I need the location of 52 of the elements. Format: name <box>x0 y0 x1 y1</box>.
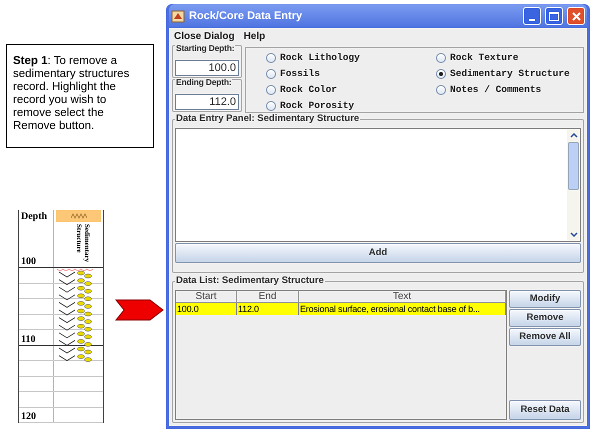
close-icon <box>572 12 580 20</box>
action-button[interactable]: Modify <box>509 290 581 308</box>
action-button[interactable]: Remove <box>509 309 581 327</box>
wave-pattern-icon <box>70 213 86 219</box>
scroll-thumb[interactable] <box>568 142 579 190</box>
table-cell: 112.0 <box>237 303 299 315</box>
app-icon <box>171 9 185 23</box>
radio-icon[interactable] <box>436 53 446 63</box>
category-radio[interactable]: Rock Texture <box>436 50 583 66</box>
maximize-button[interactable] <box>545 7 563 25</box>
category-radio[interactable]: Rock Porosity <box>266 98 436 114</box>
starting-depth-field[interactable]: 100.0 <box>175 60 239 76</box>
depth-header: Depth <box>20 210 48 222</box>
radio-icon[interactable] <box>266 69 276 79</box>
radio-icon[interactable] <box>436 69 446 79</box>
arrow-icon <box>115 299 164 321</box>
panel-title: Data List: Sedimentary Structure <box>175 276 325 286</box>
add-button[interactable]: Add <box>175 243 581 263</box>
window-title: Rock/Core Data Entry <box>189 8 304 24</box>
category-radio[interactable]: Fossils <box>266 66 436 82</box>
depth-label: 100 <box>20 257 37 267</box>
depth-label: 120 <box>20 412 36 422</box>
group-label: Ending Depth: <box>175 78 232 86</box>
table-cell: Erosional surface, erosional contact base of b... <box>299 303 506 315</box>
category-radio[interactable]: Notes / Comments <box>436 82 583 98</box>
category-radio[interactable]: Sedimentary Structure <box>436 66 583 82</box>
scroll-up-icon[interactable] <box>570 133 578 138</box>
depth-label: 110 <box>20 334 36 344</box>
radio-icon[interactable] <box>436 85 446 95</box>
radio-icon[interactable] <box>266 101 276 111</box>
ending-depth-field[interactable]: 112.0 <box>175 94 239 110</box>
panel-title: Data Entry Panel: Sedimentary Structure <box>175 114 360 124</box>
column-header[interactable]: Text <box>299 291 506 302</box>
close-button[interactable] <box>567 7 585 25</box>
scrollbar[interactable] <box>567 129 580 241</box>
column-header[interactable]: End <box>237 291 299 302</box>
column-header[interactable]: Start <box>176 291 237 302</box>
reset-data-button[interactable]: Reset Data <box>509 400 581 420</box>
radio-icon[interactable] <box>266 53 276 63</box>
menu-item[interactable]: Close Dialog <box>174 29 235 44</box>
action-button[interactable]: Remove All <box>509 328 581 346</box>
table-cell: 100.0 <box>176 303 237 315</box>
category-radio[interactable]: Rock Color <box>266 82 436 98</box>
instruction-callout: Step 1: To remove a sedimentary structures record. Highlight the record you wish to remove select the Remove button. <box>6 44 154 148</box>
scroll-down-icon[interactable] <box>570 232 578 237</box>
minimize-button[interactable] <box>523 7 541 25</box>
text-area[interactable] <box>175 128 581 242</box>
radio-icon[interactable] <box>266 85 276 95</box>
menu-item[interactable]: Help <box>244 29 266 44</box>
group-label: Starting Depth: <box>175 44 236 52</box>
table-row[interactable]: 100.0 112.0 Erosional surface, erosional contact base of b... <box>176 303 506 315</box>
category-radio[interactable]: Rock Lithology <box>266 50 436 66</box>
